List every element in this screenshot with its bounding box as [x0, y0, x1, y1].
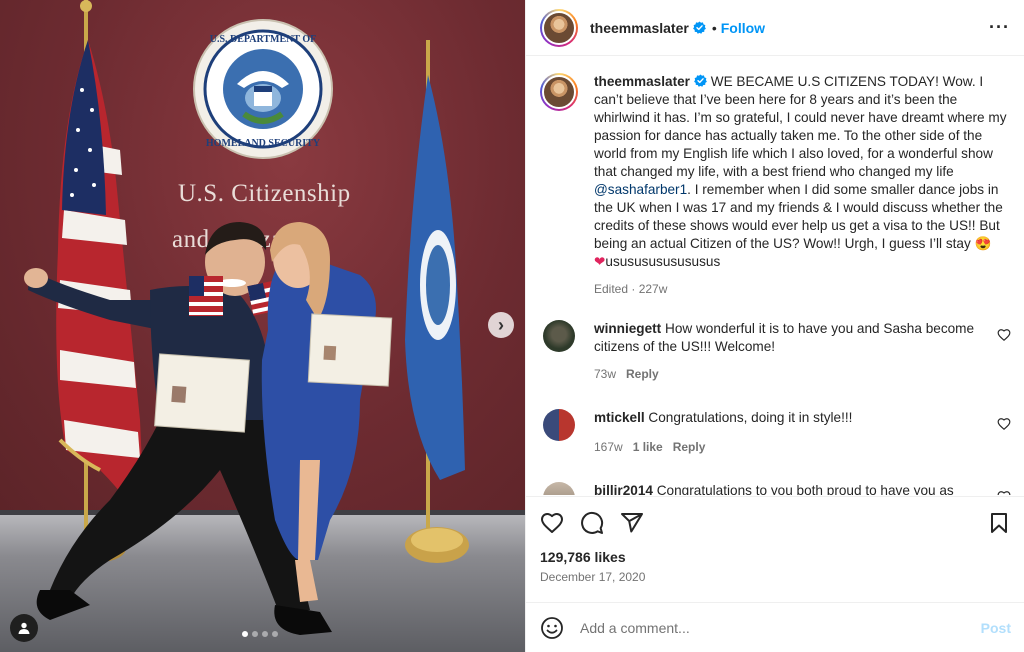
chevron-right-icon: › — [498, 314, 504, 335]
follow-button[interactable]: Follow — [721, 20, 765, 36]
author-avatar[interactable] — [540, 8, 578, 47]
comment-item: billjr2014 Congratulations to you both p… — [540, 482, 1011, 495]
comment-username[interactable]: mtickell — [594, 410, 645, 425]
post-photo[interactable]: U.S. DEPARTMENT OF HOMELAND SECURITY U.S… — [0, 0, 525, 652]
comment-likes-count[interactable]: 1 like — [633, 440, 663, 454]
red-heart-icon: ❤ — [594, 254, 606, 269]
action-icon-row — [540, 511, 1011, 535]
carousel-dot — [272, 631, 278, 637]
heart-outline-icon[interactable] — [997, 328, 1011, 342]
comment-reply-button[interactable]: Reply — [626, 367, 659, 381]
add-comment-input[interactable] — [580, 619, 981, 636]
likes-count[interactable]: 129,786 likes — [540, 549, 1011, 565]
comment-username[interactable]: winniegett — [594, 321, 661, 336]
follow-separator: • — [711, 19, 717, 36]
more-options-icon[interactable]: ··· — [989, 17, 1010, 38]
carousel-dot — [262, 631, 268, 637]
like-heart-icon[interactable] — [540, 511, 564, 535]
caption-text: WE BECAME U.S CITIZENS TODAY! Wow. I can… — [594, 74, 1007, 179]
carousel-dot — [242, 631, 248, 637]
verified-badge-icon — [692, 21, 706, 34]
comment-username[interactable]: billjr2014 — [594, 483, 653, 495]
add-comment-bar: Post — [526, 602, 1024, 652]
comment-body: winniegett How wonderful it is to have y… — [594, 320, 1011, 383]
caption-body: theemmaslater WE BECAME U.S CITIZENS TOD… — [594, 73, 1011, 298]
comment-body: mtickell Congratulations, doing it in st… — [594, 409, 1011, 456]
post-date[interactable]: December 17, 2020 — [540, 570, 1011, 584]
caption-meta: Edited · 227w — [594, 282, 668, 296]
emoji-smiley-icon[interactable] — [540, 616, 564, 640]
share-paper-plane-icon[interactable] — [620, 511, 644, 535]
comment-reply-button[interactable]: Reply — [673, 440, 706, 454]
carousel-dots — [242, 631, 278, 637]
post-comment-button[interactable]: Post — [981, 620, 1011, 636]
comments-list[interactable]: theemmaslater WE BECAME U.S CITIZENS TOD… — [526, 57, 1024, 495]
caption-mention-link[interactable]: @sashafarber1 — [594, 182, 687, 197]
commenter-avatar[interactable] — [543, 409, 575, 441]
carousel-dot — [252, 631, 258, 637]
heart-outline-icon[interactable] — [997, 417, 1011, 431]
photo-scene-illustration — [24, 0, 469, 635]
commenter-avatar[interactable] — [543, 482, 575, 495]
bookmark-save-icon[interactable] — [987, 511, 1011, 535]
comment-item: mtickell Congratulations, doing it in st… — [540, 409, 1011, 456]
heart-outline-icon[interactable] — [997, 490, 1011, 495]
post-side-panel: theemmaslater • Follow ··· theemmaslater… — [525, 0, 1024, 652]
caption-username[interactable]: theemmaslater — [594, 74, 690, 89]
comment-text: Congratulations to you both proud to hav… — [656, 483, 954, 495]
comment-time: 73w — [594, 367, 617, 381]
commenter-avatar[interactable] — [543, 320, 575, 352]
caption-author-avatar[interactable] — [540, 73, 578, 111]
comment-bubble-icon[interactable] — [580, 511, 604, 535]
user-icon — [18, 622, 30, 634]
post-actions: 129,786 likes December 17, 2020 — [526, 496, 1024, 602]
post-caption: theemmaslater WE BECAME U.S CITIZENS TOD… — [540, 73, 1011, 298]
comment-time: 167w — [594, 440, 623, 454]
comment-text: Congratulations, doing it in style!!! — [648, 410, 853, 425]
carousel-next-button[interactable]: › — [488, 312, 514, 338]
comment-body: billjr2014 Congratulations to you both p… — [594, 482, 1011, 495]
caption-trailing-text: usususususususus — [605, 254, 721, 269]
comment-item: winniegett How wonderful it is to have y… — [540, 320, 1011, 383]
verified-badge-icon — [694, 74, 707, 87]
author-username[interactable]: theemmaslater — [590, 20, 689, 36]
post-header: theemmaslater • Follow ··· — [526, 0, 1024, 56]
tagged-users-button[interactable] — [10, 614, 38, 642]
